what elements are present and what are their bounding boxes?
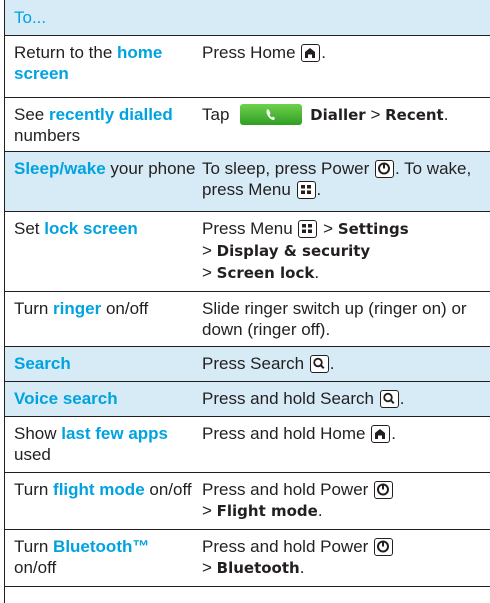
instruction-cell: Press and hold Home . bbox=[202, 424, 396, 443]
power-key-icon bbox=[374, 538, 394, 556]
action-cell: Turn flight mode on/off bbox=[14, 480, 192, 499]
header-label: To... bbox=[14, 7, 47, 27]
action-cell: Turn ringer on/off bbox=[14, 299, 149, 318]
instruction-cell: Press Search . bbox=[202, 354, 335, 373]
home-key-icon bbox=[301, 44, 321, 62]
instruction-cell: Press Home . bbox=[202, 43, 326, 62]
table-row: Set lock screen Press Menu > Settings > … bbox=[5, 212, 490, 292]
action-keyword: flight mode bbox=[53, 480, 145, 499]
table-header: To... bbox=[5, 0, 490, 36]
instruction-cell: Press and hold Power > Bluetooth. bbox=[200, 530, 490, 586]
search-key-icon bbox=[309, 355, 329, 373]
action-cell: Sleep/wake your phone bbox=[14, 159, 196, 178]
power-key-icon bbox=[374, 160, 394, 178]
action-keyword: recently dialled bbox=[48, 105, 173, 124]
action-cell: Set lock screen bbox=[14, 219, 138, 238]
table-row: See recently dialled numbers Tap Dialler… bbox=[5, 98, 490, 152]
table-row: Turn flight mode on/off Press and hold P… bbox=[5, 473, 490, 530]
table-row: Turn Bluetooth™ on/off Press and hold Po… bbox=[5, 530, 490, 587]
menu-key-icon bbox=[296, 181, 316, 199]
action-cell: Search bbox=[5, 347, 200, 381]
instruction-cell: Tap Dialler > Recent. bbox=[202, 104, 449, 125]
action-keyword: Bluetooth™ bbox=[53, 537, 150, 556]
action-keyword: Search bbox=[14, 354, 71, 373]
action-cell: Voice search bbox=[5, 382, 200, 416]
action-keyword: ringer bbox=[53, 299, 102, 318]
table-row: Sleep/wake your phone To sleep, press Po… bbox=[5, 152, 490, 212]
instruction-cell: Slide ringer switch up (ringer on) or do… bbox=[202, 299, 467, 339]
power-key-icon bbox=[374, 481, 394, 499]
home-key-icon bbox=[371, 425, 391, 443]
action-cell: Turn Bluetooth™ on/off bbox=[14, 537, 150, 577]
instruction-cell: To sleep, press Power . To wake, press M… bbox=[202, 159, 472, 199]
action-keyword: Sleep/wake bbox=[14, 159, 106, 178]
menu-key-icon bbox=[298, 220, 318, 238]
phone-icon bbox=[240, 104, 303, 125]
table-row: Show last few apps used Press and hold H… bbox=[5, 417, 490, 473]
instruction-cell: Press and hold Search . bbox=[202, 389, 405, 408]
action-keyword: last few apps bbox=[61, 424, 169, 443]
table-row: Return to the home screen Press Home . bbox=[5, 36, 490, 98]
table-row: Turn ringer on/off Slide ringer switch u… bbox=[5, 292, 490, 347]
action-keyword: Voice search bbox=[14, 389, 118, 408]
action-cell: Show last few apps used bbox=[14, 424, 169, 464]
quick-reference-table: To... Return to the home screen Press Ho… bbox=[4, 0, 490, 603]
action-cell: See recently dialled numbers bbox=[14, 105, 173, 145]
table-row: Voice search Press and hold Search . bbox=[5, 382, 490, 417]
action-cell: Return to the home screen bbox=[14, 43, 163, 83]
instruction-cell: Press Menu > Settings > Display & securi… bbox=[202, 219, 409, 282]
search-key-icon bbox=[379, 390, 399, 408]
table-row: Search Press Search . bbox=[5, 347, 490, 382]
action-keyword: lock screen bbox=[44, 219, 138, 238]
instruction-cell: Press and hold Power > Flight mode. bbox=[200, 473, 490, 529]
